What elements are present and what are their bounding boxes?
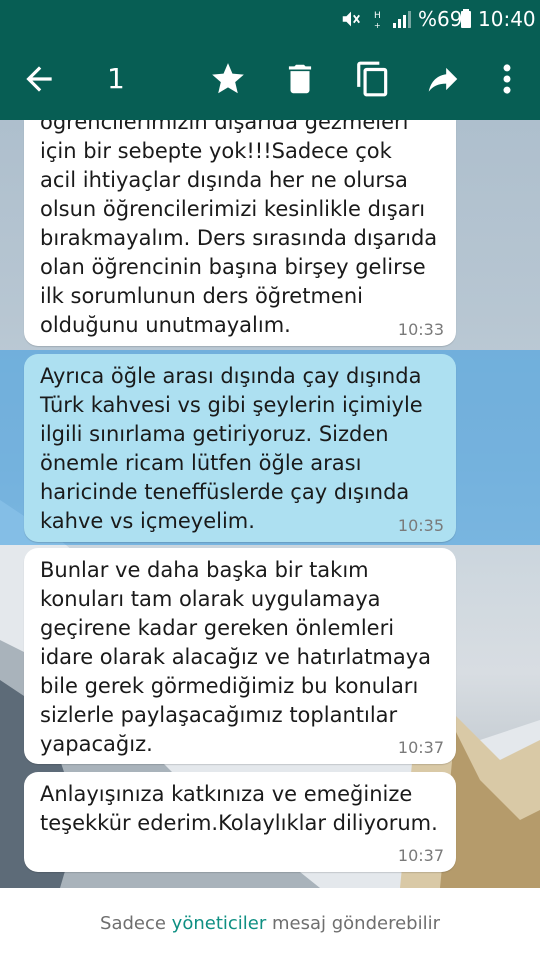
message-time: 10:37 — [397, 738, 444, 757]
status-bar: H + %69 10:40 — [0, 0, 540, 38]
selected-count: 1 — [107, 62, 125, 95]
admins-link[interactable]: yöneticiler — [172, 913, 267, 934]
chat-wallpaper[interactable]: öğrencilerimizin dışarıda gezmeleri için… — [0, 120, 540, 888]
copy-icon[interactable] — [354, 60, 392, 98]
message-time: 10:37 — [397, 846, 444, 865]
message-bubble[interactable]: Bunlar ve daha başka bir takım konuları … — [24, 548, 456, 764]
admins-only-notice: Sadece yöneticiler mesaj gönderebilir — [0, 888, 540, 960]
message-bubble[interactable]: öğrencilerimizin dışarıda gezmeleri için… — [24, 120, 456, 346]
battery-percent: %69 — [418, 7, 463, 31]
clock: 10:40 — [478, 7, 536, 31]
hplus-signal-icon: H + — [374, 11, 381, 30]
svg-text:+: + — [374, 21, 381, 30]
mute-icon — [342, 11, 360, 27]
message-text: Ayrıca öğle arası dışında çay dışında Tü… — [40, 364, 423, 533]
back-arrow-icon[interactable] — [20, 60, 58, 98]
svg-text:H: H — [374, 11, 381, 21]
star-icon[interactable] — [209, 60, 247, 98]
notice-prefix: Sadece — [100, 913, 172, 934]
message-bubble[interactable]: Anlayışınıza katkınıza ve emeğinize teşe… — [24, 772, 456, 872]
message-text: öğrencilerimizin dışarıda gezmeleri için… — [40, 120, 438, 337]
more-vert-icon[interactable] — [488, 60, 526, 98]
notice-suffix: mesaj gönderebilir — [266, 913, 440, 934]
app-header: H + %69 10:40 1 — [0, 0, 540, 120]
forward-icon[interactable] — [424, 60, 462, 98]
message-text: Bunlar ve daha başka bir takım konuları … — [40, 558, 432, 756]
cell-signal-icon — [393, 11, 411, 28]
selection-toolbar: 1 — [0, 38, 540, 120]
message-bubble-selected[interactable]: Ayrıca öğle arası dışında çay dışında Tü… — [24, 354, 456, 542]
message-text: Anlayışınıza katkınıza ve emeğinize teşe… — [40, 782, 438, 835]
delete-icon[interactable] — [281, 60, 319, 98]
message-time: 10:33 — [397, 320, 444, 339]
battery-icon — [461, 9, 471, 28]
message-time: 10:35 — [397, 516, 444, 535]
